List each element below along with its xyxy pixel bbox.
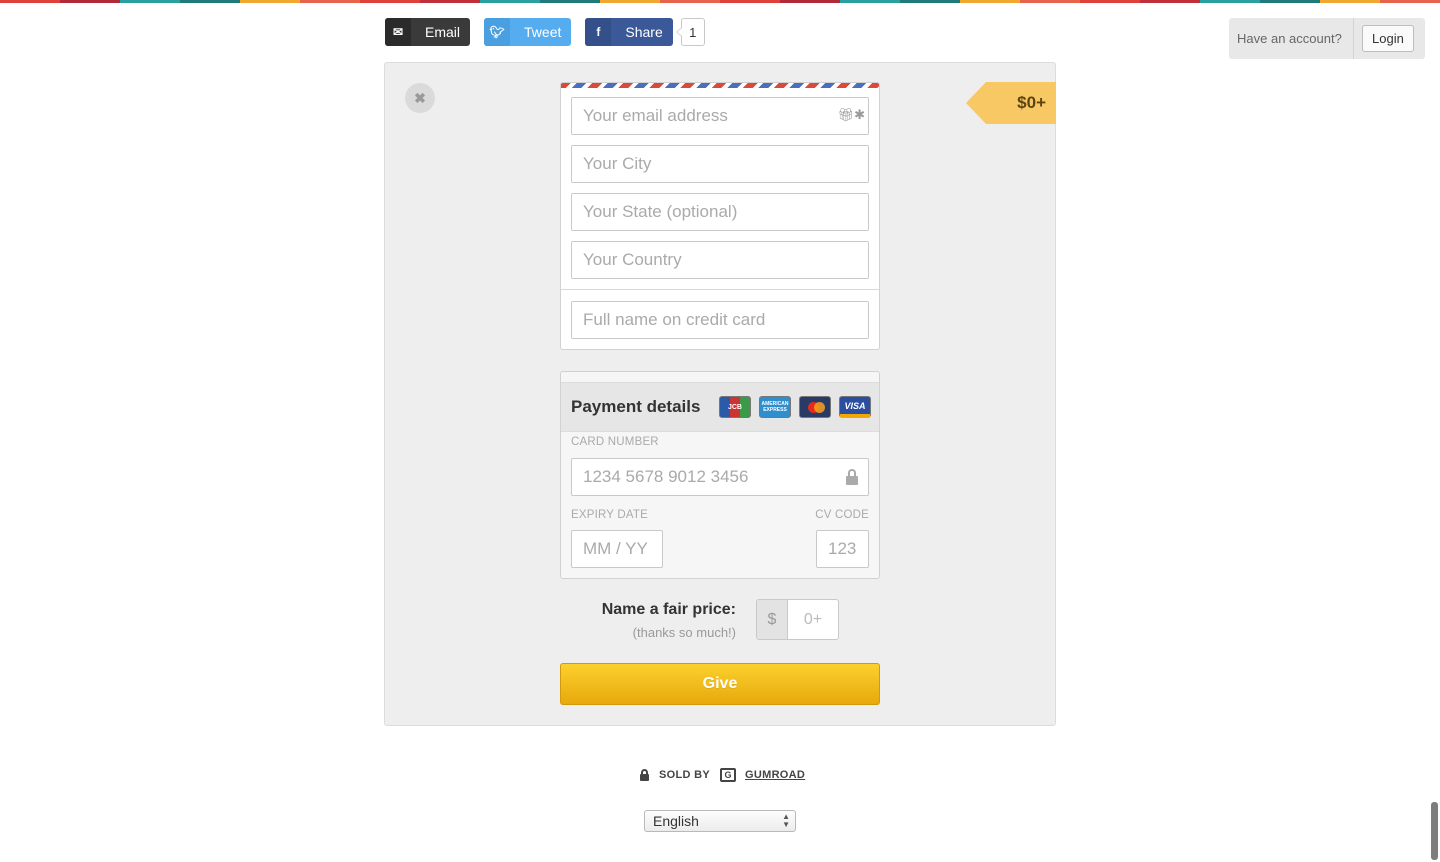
fair-price-title: Name a fair price: (601, 601, 736, 618)
scrollbar-thumb[interactable] (1431, 802, 1438, 860)
email-field[interactable]: Your email address (571, 97, 869, 135)
expiry-date-field[interactable]: MM / YY (571, 530, 663, 568)
payment-details-title: Payment details (571, 397, 701, 416)
color-stripe-segment (180, 0, 240, 3)
card-number-label: CARD NUMBER (571, 436, 659, 448)
color-stripe-segment (960, 0, 1020, 3)
color-stripe-segment (1020, 0, 1080, 3)
city-field[interactable]: Your City (571, 145, 869, 183)
color-stripe-segment (120, 0, 180, 3)
tweet-label: Tweet (524, 24, 562, 40)
cv-code-field[interactable]: 123 (816, 530, 869, 568)
color-stripe-segment (1080, 0, 1140, 3)
color-stripe-segment (1260, 0, 1320, 3)
color-stripe-segment (1140, 0, 1200, 3)
seller-link[interactable]: GUMROAD (745, 769, 805, 781)
color-stripe-segment (840, 0, 900, 3)
sold-by-text: SOLD BY (659, 769, 710, 781)
facebook-icon: f (585, 18, 612, 46)
color-stripe-segment (300, 0, 360, 3)
close-button[interactable]: ✖ (405, 83, 435, 113)
email-share-label: Email (425, 24, 461, 40)
state-field[interactable]: Your State (optional) (571, 193, 869, 231)
facebook-share-label: Share (625, 24, 663, 40)
gumroad-logo-icon: G (720, 768, 736, 782)
sold-by: SOLD BY G GUMROAD (640, 768, 805, 782)
airmail-border (561, 83, 879, 88)
tweet-button[interactable]: 🐦︎ Tweet (484, 18, 572, 46)
cv-code-label: CV CODE (815, 509, 869, 521)
color-stripe-segment (780, 0, 840, 3)
color-stripe-segment (600, 0, 660, 3)
select-arrows-icon: ▲ ▼ (782, 812, 790, 829)
login-button[interactable]: Login (1362, 25, 1414, 52)
email-share-button[interactable]: ✉ Email (385, 18, 471, 46)
amex-card-icon: AMERICAN EXPRESS (759, 396, 791, 418)
jcb-card-icon: JCB (719, 396, 751, 418)
language-select[interactable]: English ▲ ▼ (644, 810, 796, 832)
color-stripe-segment (60, 0, 120, 3)
language-selected: English (653, 813, 699, 829)
color-stripe-segment (420, 0, 480, 3)
color-stripe-segment (1320, 0, 1380, 3)
payment-details-header: Payment details JCB AMERICAN EXPRESS VIS… (561, 382, 879, 432)
currency-symbol: $ (757, 600, 788, 639)
color-stripe-segment (1200, 0, 1260, 3)
country-field[interactable]: Your Country (571, 241, 869, 279)
cardholder-name-field[interactable]: Full name on credit card (571, 301, 869, 339)
color-stripe-segment (1380, 0, 1440, 3)
color-stripe-segment (480, 0, 540, 3)
visa-card-icon: VISA (839, 396, 871, 418)
color-stripe-segment (360, 0, 420, 3)
account-box: Have an account? Login (1229, 18, 1425, 59)
fair-price-subtitle: (thanks so much!) (632, 625, 736, 640)
top-color-stripe (0, 0, 1440, 3)
form-divider (561, 289, 879, 290)
color-stripe-segment (540, 0, 600, 3)
color-stripe-segment (0, 0, 60, 3)
color-stripe-segment (240, 0, 300, 3)
price-tag: $0+ (966, 82, 1056, 124)
twitter-icon: 🐦︎ (484, 18, 511, 46)
color-stripe-segment (660, 0, 720, 3)
color-stripe-segment (900, 0, 960, 3)
payment-details-card: Payment details JCB AMERICAN EXPRESS VIS… (560, 371, 880, 579)
give-button[interactable]: Give (560, 663, 880, 705)
gift-icon[interactable]: 🎁︎✱ (838, 107, 865, 123)
envelope-icon: ✉ (385, 18, 411, 46)
facebook-share-button[interactable]: f Share (585, 18, 673, 46)
buyer-info-card: Your email address 🎁︎✱ Your City Your St… (560, 82, 880, 350)
lock-icon (640, 769, 649, 781)
close-icon: ✖ (414, 89, 426, 106)
color-stripe-segment (720, 0, 780, 3)
have-account-text: Have an account? (1229, 18, 1354, 59)
price-input[interactable]: $ 0+ (756, 599, 839, 640)
lock-icon (846, 469, 858, 485)
share-bar: ✉ Email 🐦︎ Tweet f Share 1 (385, 18, 705, 46)
price-placeholder: 0+ (803, 610, 823, 628)
share-count: 1 (675, 18, 705, 46)
card-number-field[interactable]: 1234 5678 9012 3456 (571, 458, 869, 496)
mastercard-icon (799, 396, 831, 418)
expiry-date-label: EXPIRY DATE (571, 509, 648, 521)
checkout-panel: ✖ $0+ Your email address 🎁︎✱ Your City Y… (384, 62, 1056, 726)
